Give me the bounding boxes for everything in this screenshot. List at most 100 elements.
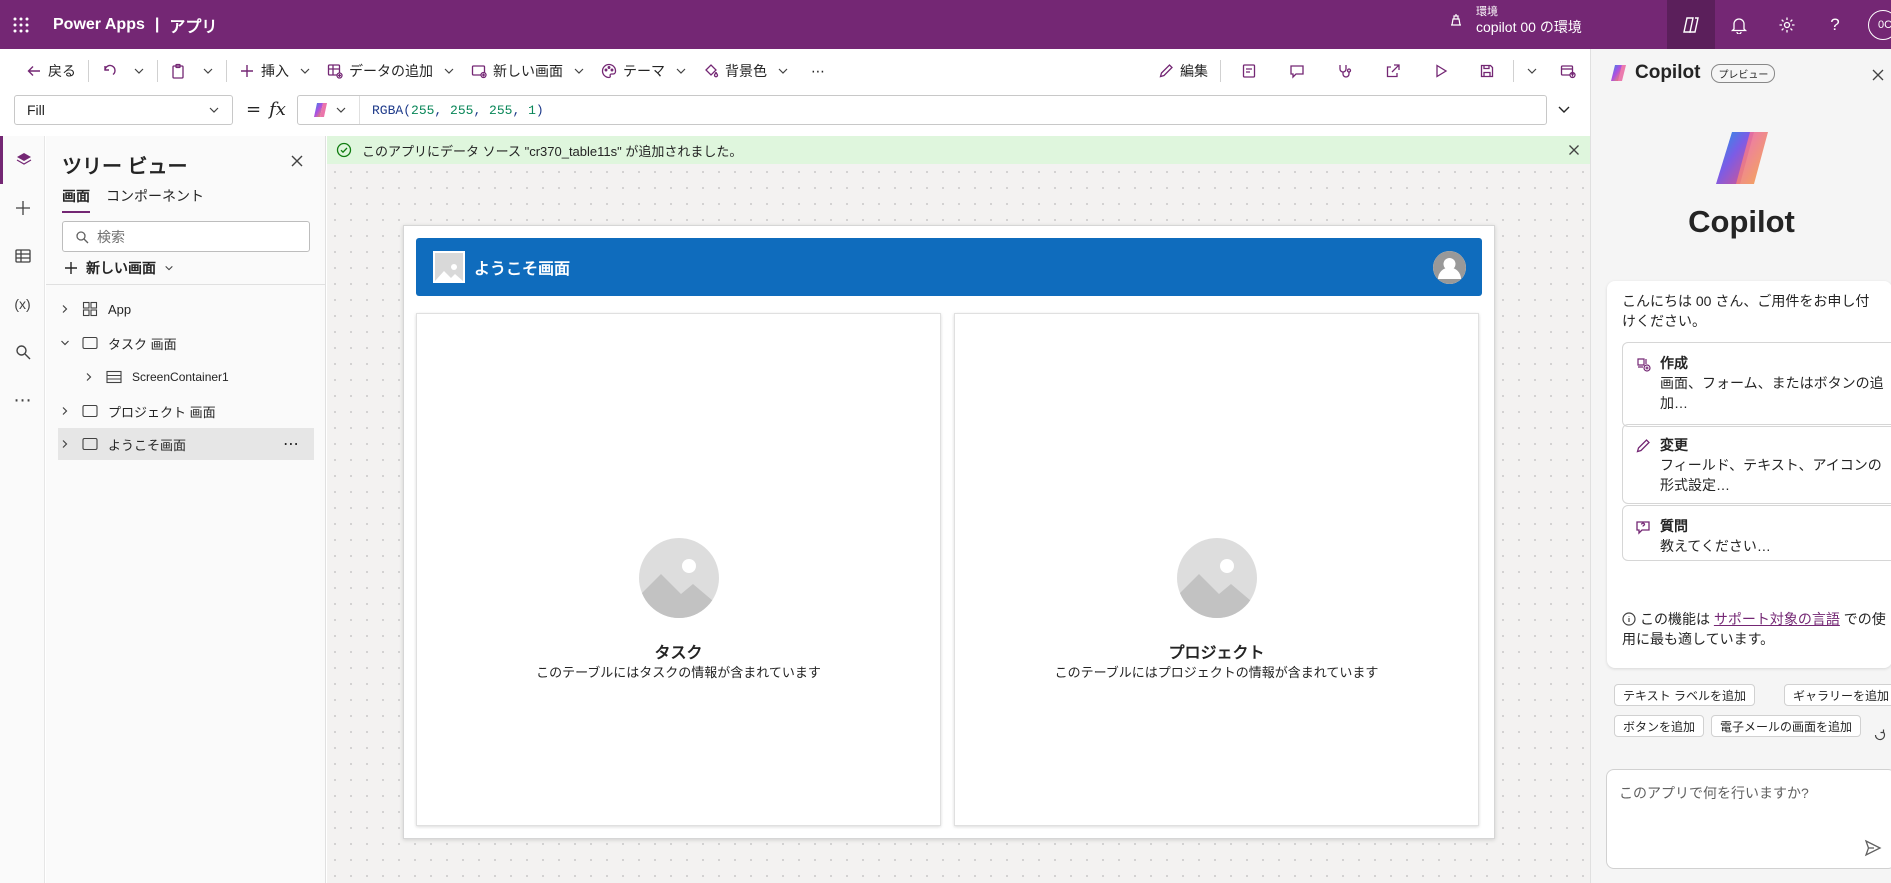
search-icon[interactable] (0, 328, 45, 376)
chip-add-email-screen[interactable]: 電子メールの画面を追加 (1711, 715, 1862, 737)
info-icon (1622, 612, 1636, 626)
tree-node-welcome-screen[interactable]: ようこそ画面 ⋯ (58, 428, 314, 460)
close-icon[interactable] (1568, 144, 1580, 156)
more-commands-button[interactable]: ⋯ (803, 55, 833, 87)
new-screen-button[interactable]: 新しい画面 (64, 258, 174, 278)
environment-picker[interactable]: 環境 copilot 00 の環境 (1448, 5, 1582, 35)
project-card[interactable]: プロジェクト このテーブルにはプロジェクトの情報が含まれています (954, 313, 1479, 826)
copilot-formula-button[interactable] (298, 96, 360, 124)
chevron-down-icon (574, 68, 584, 74)
save-dropdown[interactable] (1518, 55, 1546, 87)
formula-input[interactable]: RGBA(255, 255, 255, 1) (297, 95, 1547, 125)
supported-languages-link[interactable]: サポート対象の言語 (1714, 611, 1840, 627)
app-name[interactable]: Power Apps (53, 16, 145, 34)
settings-gear-icon[interactable] (1763, 0, 1811, 49)
undo-button[interactable] (93, 55, 125, 87)
background-color-button[interactable]: 背景色 (695, 55, 797, 87)
tree-node-task-screen[interactable]: タスク 画面 (58, 328, 314, 358)
divider (46, 284, 326, 285)
app-checker-stethoscope-icon[interactable] (1321, 55, 1369, 87)
chevron-right-icon (58, 406, 72, 416)
palette-icon (601, 63, 617, 79)
refresh-suggestions-icon[interactable] (1873, 728, 1887, 742)
formula-bar: Fill = fx RGBA(255, 255, 255, 1) (0, 93, 1590, 129)
environment-icon (1448, 12, 1464, 28)
user-avatar-icon[interactable] (1433, 251, 1466, 284)
design-canvas[interactable]: ようこそ画面 タスク このテーブルにはタスクの情報が含まれています プロジェクト… (327, 164, 1590, 883)
screen-add-icon (471, 65, 487, 79)
send-icon[interactable] (1864, 839, 1882, 857)
notification-text: このアプリにデータ ソース "cr370_table11s" が追加されました。 (362, 143, 743, 159)
paste-dropdown[interactable] (194, 55, 222, 87)
fx-label: = fx (246, 99, 286, 120)
paste-button[interactable] (162, 55, 194, 87)
tree-node-app[interactable]: App (58, 294, 314, 324)
close-icon[interactable] (290, 154, 304, 168)
success-check-icon (336, 142, 352, 158)
insert-plus-icon[interactable] (0, 184, 45, 232)
create-sparkle-icon (1635, 356, 1651, 372)
tree-node-project-screen[interactable]: プロジェクト 画面 (58, 396, 314, 426)
help-question-icon[interactable]: ? (1811, 0, 1859, 49)
tab-screens[interactable]: 画面 (62, 186, 90, 213)
chat-question-icon (1635, 519, 1651, 535)
more-options-icon[interactable]: ⋯ (283, 434, 300, 454)
suggestion-change[interactable]: 変更 フィールド、テキスト、アイコンの形式設定… (1622, 424, 1891, 504)
copilot-language-info: この機能は サポート対象の言語 での使用に最も適しています。 (1622, 611, 1886, 647)
chevron-down-icon (1527, 68, 1537, 74)
comment-icon[interactable] (1273, 55, 1321, 87)
tree-search-input[interactable]: 検索 (62, 221, 310, 252)
command-bar-right: 編集 (1150, 49, 1590, 93)
edit-button[interactable]: 編集 (1150, 55, 1216, 87)
copilot-toggle-icon[interactable] (1667, 0, 1715, 49)
tree-view-pane: ツリー ビュー 画面 コンポーネント 検索 新しい画面 App タスク 画面 S… (46, 136, 326, 883)
copilot-prompt-input[interactable]: このアプリで何を行いますか? (1606, 769, 1891, 869)
play-preview-icon[interactable] (1417, 55, 1465, 87)
insert-button[interactable]: 挿入 (231, 55, 319, 87)
theme-button[interactable]: テーマ (593, 55, 695, 87)
formula-expand-chevron-icon[interactable] (1556, 101, 1572, 117)
chip-add-gallery[interactable]: ギャラリーを追加 (1784, 684, 1891, 706)
tree-view-layers-icon[interactable] (0, 136, 45, 184)
task-card-title: タスク (654, 645, 703, 662)
more-rail-icon[interactable]: ⋯ (0, 376, 45, 424)
chevron-down-icon (203, 68, 213, 74)
back-button[interactable]: 戻る (18, 55, 84, 87)
tree-node-screen-container[interactable]: ScreenContainer1 (82, 362, 314, 392)
notification-bell-icon[interactable] (1715, 0, 1763, 49)
notes-icon[interactable] (1225, 55, 1273, 87)
tree-view-title: ツリー ビュー (62, 156, 188, 178)
data-table-icon[interactable] (0, 232, 45, 280)
chip-add-button[interactable]: ボタンを追加 (1614, 715, 1705, 737)
pencil-icon (1635, 438, 1651, 454)
app-launcher-icon[interactable] (0, 0, 42, 49)
tab-components[interactable]: コンポーネント (106, 186, 204, 213)
property-value: Fill (27, 102, 45, 118)
app-screen-preview[interactable]: ようこそ画面 タスク このテーブルにはタスクの情報が含まれています プロジェクト… (403, 225, 1495, 839)
undo-dropdown[interactable] (125, 55, 153, 87)
divider (157, 60, 158, 82)
copilot-hero-logo-icon (1710, 128, 1774, 188)
new-screen-button[interactable]: 新しい画面 (463, 55, 593, 87)
command-bar: 戻る 挿入 データの追加 新しい画面 テーマ 背景色 ⋯ 編集 (0, 49, 1590, 93)
screen-icon (82, 404, 98, 418)
variables-icon[interactable]: (x) (0, 280, 45, 328)
notification-banner: このアプリにデータ ソース "cr370_table11s" が追加されました。 (327, 136, 1590, 164)
share-icon[interactable] (1369, 55, 1417, 87)
header-image-placeholder-icon[interactable] (433, 251, 465, 283)
user-avatar[interactable]: 0C (1868, 10, 1891, 40)
chip-add-text-label[interactable]: テキスト ラベルを追加 (1614, 684, 1755, 706)
chevron-down-icon (336, 107, 345, 113)
app-header[interactable]: ようこそ画面 (416, 238, 1482, 296)
clipboard-icon (172, 63, 184, 79)
publish-icon[interactable] (1546, 55, 1590, 87)
fx-icon: fx (269, 99, 286, 120)
close-icon[interactable] (1872, 69, 1884, 81)
add-data-button[interactable]: データの追加 (319, 55, 463, 87)
task-card[interactable]: タスク このテーブルにはタスクの情報が含まれています (416, 313, 941, 826)
suggestion-create[interactable]: 作成 画面、フォーム、またはボタンの追加… (1622, 342, 1891, 427)
property-selector[interactable]: Fill (14, 95, 233, 125)
save-icon[interactable] (1465, 55, 1509, 87)
suggestion-ask[interactable]: 質問 教えてください… (1622, 505, 1891, 561)
header-title[interactable]: ようこそ画面 (474, 255, 570, 279)
